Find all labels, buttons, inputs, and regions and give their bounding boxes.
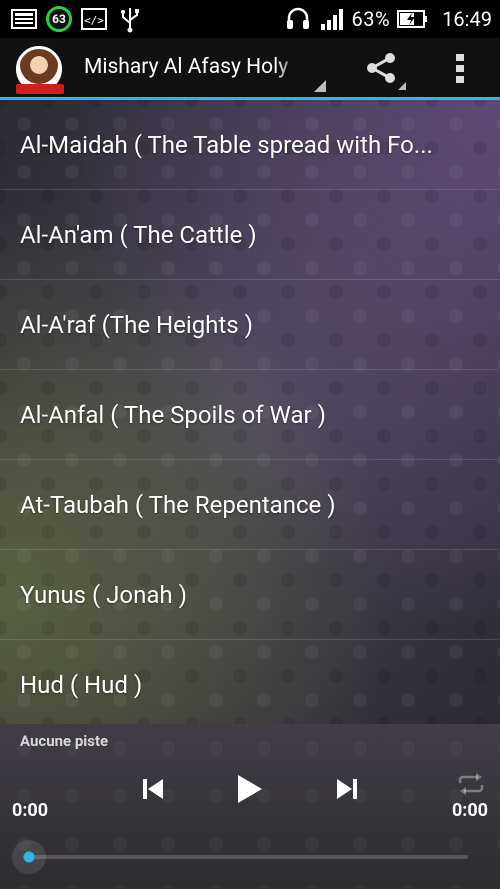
gallery-icon <box>11 9 37 29</box>
elapsed-time: 0:00 <box>12 800 49 821</box>
app-title[interactable]: Mishary Al Afasy Holy <box>84 55 304 79</box>
total-time: 0:00 <box>451 800 488 821</box>
list-item[interactable]: Al-Anfal ( The Spoils of War ) <box>0 370 500 460</box>
list-item[interactable]: Al-An'am ( The Cattle ) <box>0 190 500 280</box>
app-bar: Mishary Al Afasy Holy <box>0 38 500 100</box>
list-item[interactable]: At-Taubah ( The Repentance ) <box>0 460 500 550</box>
usb-icon <box>121 8 139 33</box>
list-item-label: Al-A'raf (The Heights ) <box>20 310 253 339</box>
list-item[interactable]: Al-A'raf (The Heights ) <box>0 280 500 370</box>
list-item-label: Al-An'am ( The Cattle ) <box>20 220 257 249</box>
list-item-label: At-Taubah ( The Repentance ) <box>20 490 336 519</box>
previous-icon[interactable] <box>140 776 166 802</box>
title-dropdown-indicator <box>314 80 326 92</box>
track-name: Aucune piste <box>20 732 109 750</box>
share-icon[interactable] <box>362 50 402 86</box>
battery-icon <box>397 10 428 28</box>
player-bar: Aucune piste 0:00 0:00 <box>0 724 500 889</box>
surah-list[interactable]: Al-Maidah ( The Table spread with Fo... … <box>0 100 500 724</box>
list-item-label: Yunus ( Jonah ) <box>20 580 187 609</box>
headset-icon <box>286 7 309 29</box>
svg-text:</>: </> <box>84 14 104 27</box>
list-item[interactable]: Al-Maidah ( The Table spread with Fo... <box>0 100 500 190</box>
clock: 16:49 <box>442 7 492 31</box>
share-dropdown-indicator <box>398 82 406 90</box>
status-bar-right: 63% 16:49 <box>284 5 492 33</box>
overflow-menu-icon[interactable] <box>448 50 472 86</box>
list-item-label: Al-Anfal ( The Spoils of War ) <box>20 400 326 429</box>
list-item-label: Hud ( Hud ) <box>20 670 143 699</box>
signal-icon <box>320 9 343 30</box>
battery-badge-icon: 63 <box>46 6 72 32</box>
seek-bar[interactable] <box>28 855 468 859</box>
status-bar: 63 </> 63% 16:49 <box>0 0 500 38</box>
list-item-label: Al-Maidah ( The Table spread with Fo... <box>20 130 433 159</box>
battery-percent: 63% <box>351 7 391 31</box>
status-bar-left: 63 </> <box>10 5 144 33</box>
seek-thumb[interactable] <box>12 840 46 874</box>
avatar-ribbon <box>16 84 64 94</box>
code-icon: </> <box>81 8 107 30</box>
play-icon[interactable] <box>233 772 265 806</box>
list-item[interactable]: Yunus ( Jonah ) <box>0 550 500 640</box>
repeat-icon[interactable] <box>456 772 486 796</box>
next-icon[interactable] <box>334 776 360 802</box>
list-item[interactable]: Hud ( Hud ) <box>0 640 500 724</box>
